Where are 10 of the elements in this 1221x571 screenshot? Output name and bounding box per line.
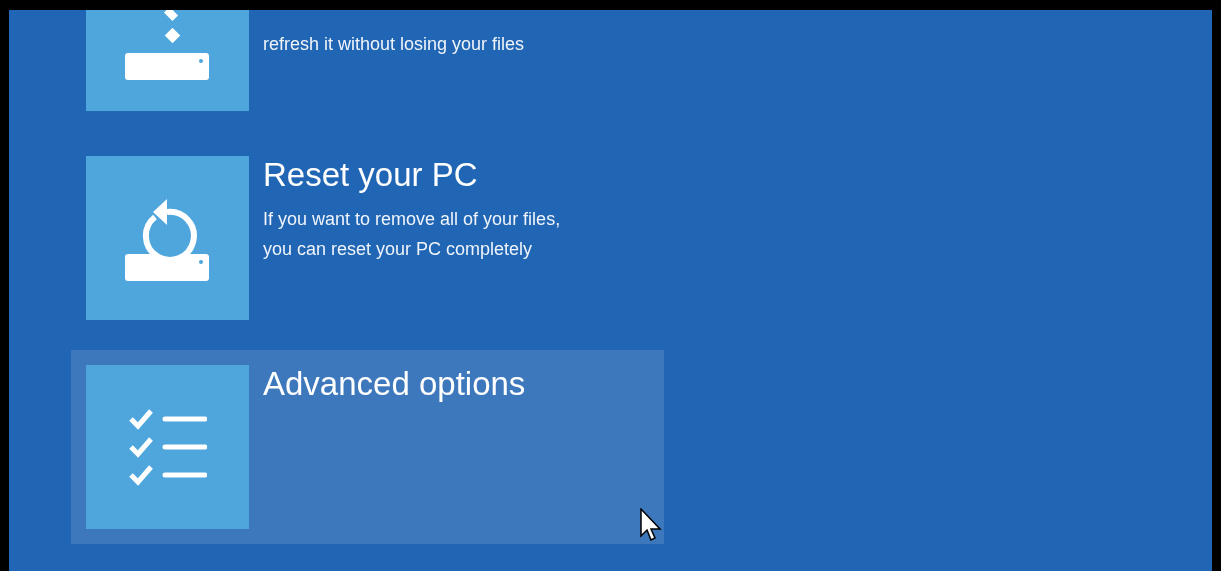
recovery-option[interactable]: refresh it without losing your files	[71, 10, 664, 126]
option-title: Advanced options	[263, 365, 526, 403]
option-description: refresh it without losing your files	[263, 33, 525, 56]
recovery-option[interactable]: Advanced options	[71, 350, 664, 544]
drive-with-diamonds-icon	[124, 10, 211, 80]
recovery-option[interactable]: Reset your PC If you want to remove all of your files, you can reset your PC completely	[71, 141, 664, 335]
checklist-icon	[128, 407, 207, 487]
mouse-pointer-icon	[640, 508, 662, 542]
option-description: If you want to remove all of your files, you can reset your PC completely	[263, 208, 561, 261]
option-title: Reset your PC	[263, 156, 479, 194]
